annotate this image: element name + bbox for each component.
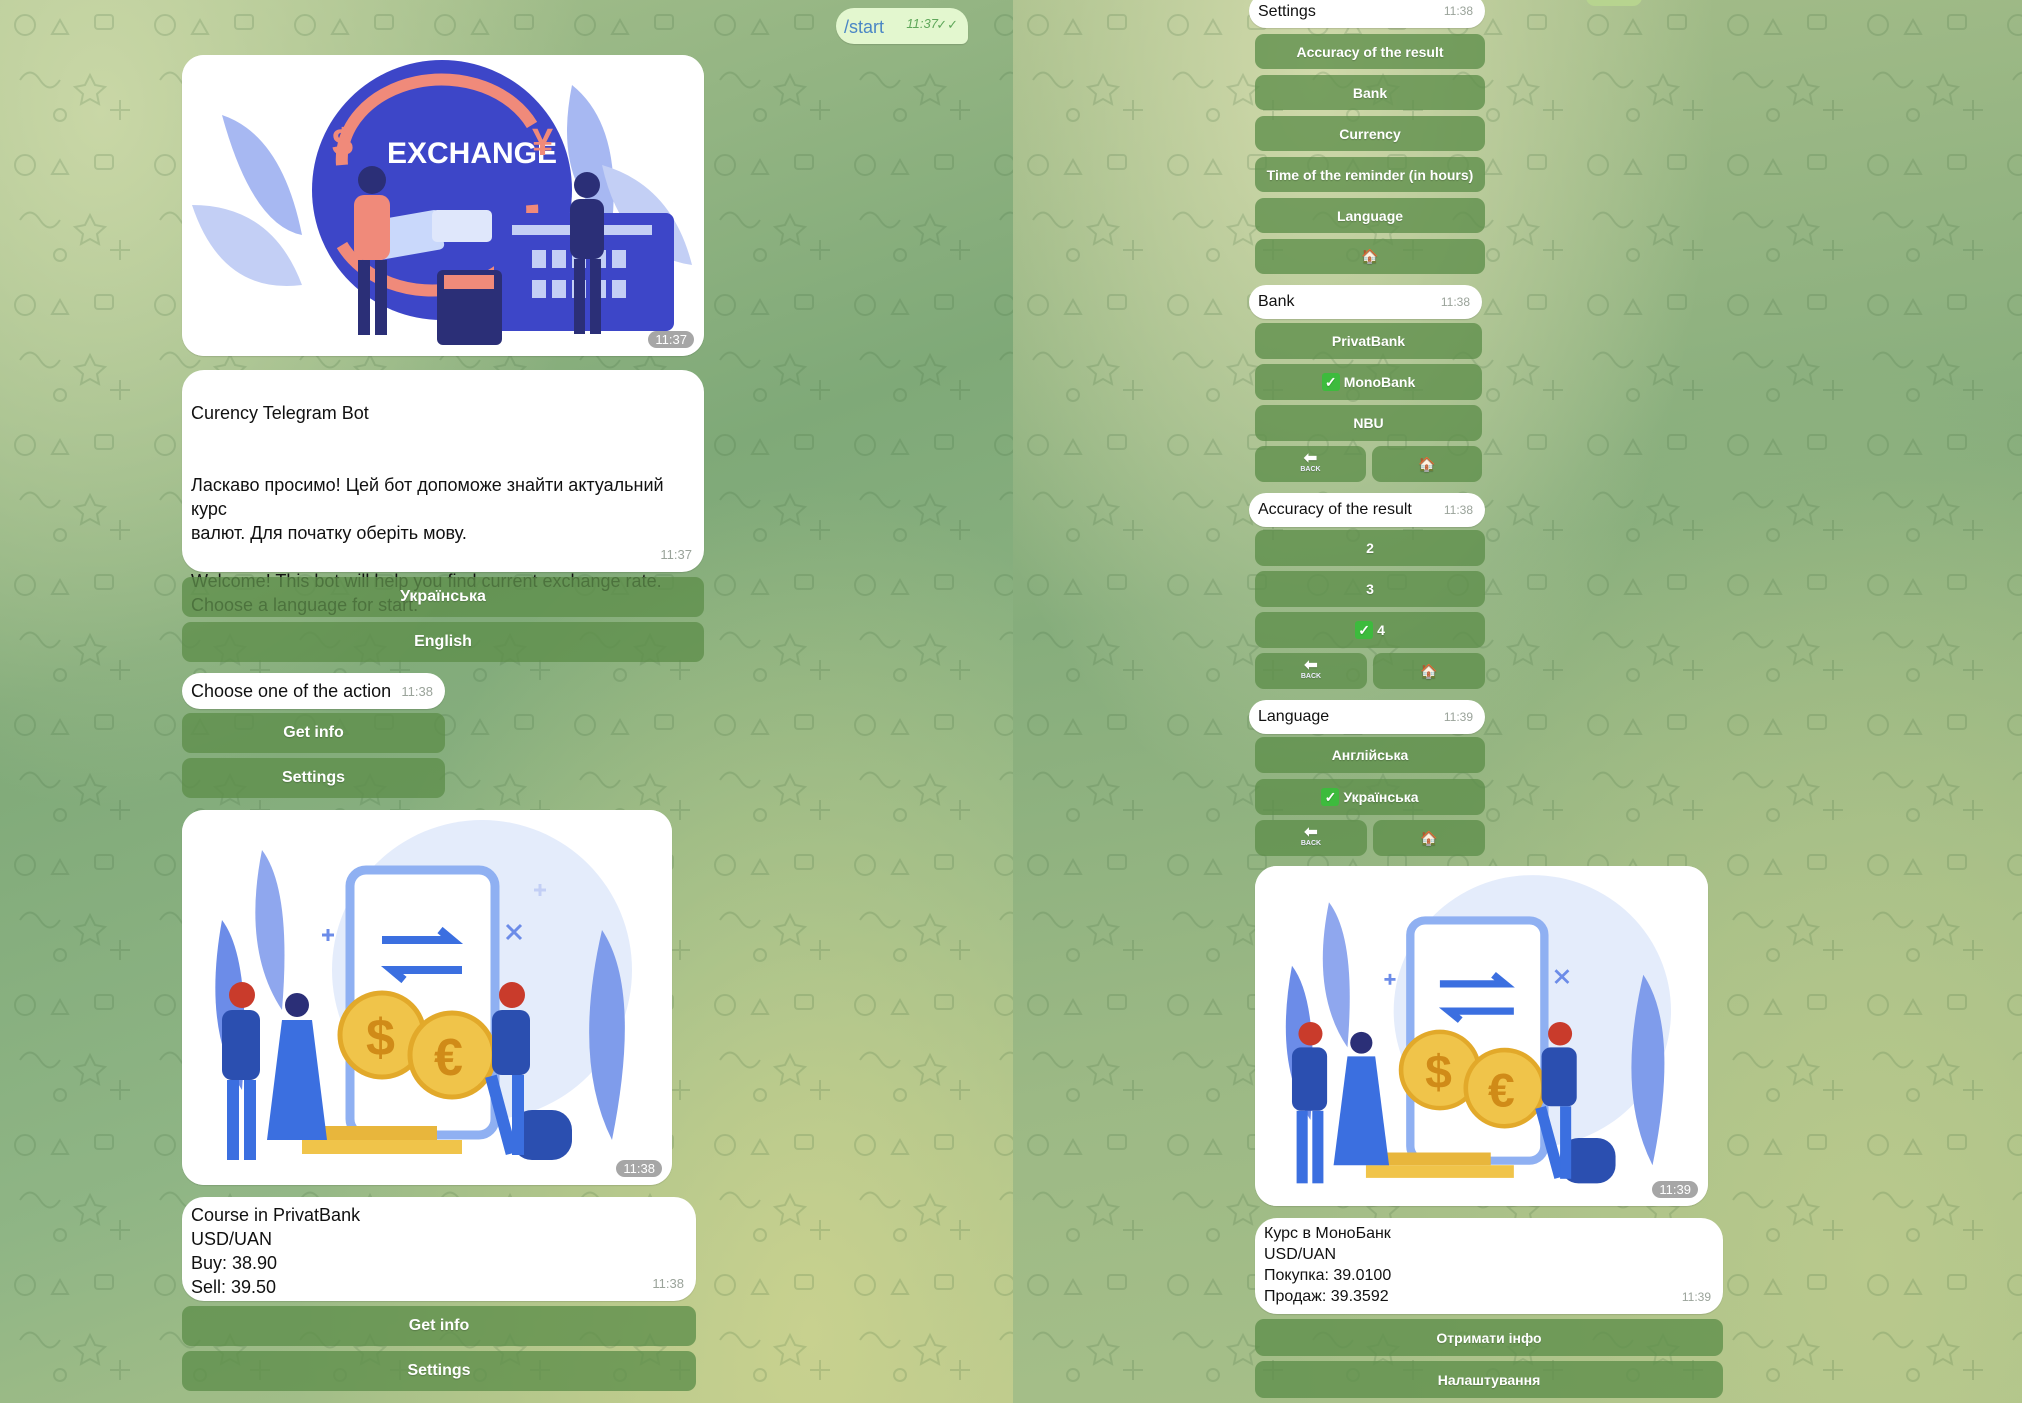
- checkmark-icon: ✓: [1321, 373, 1340, 391]
- home-icon: 🏠: [1361, 248, 1379, 264]
- accuracy-2-button[interactable]: 2: [1255, 530, 1485, 566]
- course-message: Course in PrivatBank USD/UAN Buy: 38.90 …: [182, 1197, 696, 1301]
- language-ukrainian-label: Українська: [1343, 789, 1419, 805]
- accuracy-4-label: 4: [1377, 622, 1385, 638]
- accuracy-button[interactable]: Accuracy of the result: [1255, 34, 1485, 69]
- get-info-button[interactable]: Get info: [182, 713, 445, 753]
- home-button[interactable]: 🏠: [1372, 446, 1482, 482]
- message-time: 11:38: [1440, 295, 1470, 309]
- svg-text:$: $: [366, 1009, 395, 1067]
- chat-panel-left: /start 11:37 ✓✓ EXCHANGE $ ¥ 11:37 Curen…: [0, 0, 1013, 1403]
- accuracy-3-button[interactable]: 3: [1255, 571, 1485, 607]
- money-exchange-image: $ €: [1255, 866, 1708, 1206]
- home-button[interactable]: 🏠: [1255, 239, 1485, 274]
- message-time: 11:39: [1443, 710, 1473, 724]
- bank-button[interactable]: Bank: [1255, 75, 1485, 110]
- back-arrow-icon: ⬅: [1303, 450, 1318, 467]
- home-icon: 🏠: [1420, 662, 1438, 679]
- back-button[interactable]: ⬅ BACK: [1255, 446, 1366, 482]
- accuracy-message: Accuracy of the result 11:38: [1249, 493, 1485, 527]
- course-text: Курс в МоноБанк USD/UAN Покупка: 39.0100…: [1264, 1225, 1392, 1305]
- settings-button-ua[interactable]: Налаштування: [1255, 1361, 1723, 1398]
- message-time: 11:38: [1443, 503, 1473, 517]
- back-arrow-icon: ⬅: [1304, 657, 1318, 674]
- language-button-ukrainian[interactable]: Українська: [182, 577, 704, 617]
- bank-privatbank-button[interactable]: PrivatBank: [1255, 323, 1482, 359]
- reminder-time-button[interactable]: Time of the reminder (in hours): [1255, 157, 1485, 192]
- bank-message: Bank 11:38: [1249, 285, 1482, 319]
- exchange-image: EXCHANGE $ ¥: [182, 55, 704, 356]
- command-text[interactable]: /start: [844, 15, 884, 39]
- money-illustration[interactable]: $ € 11:38: [182, 810, 672, 1185]
- money-illustration-2[interactable]: $ € 11:39: [1255, 866, 1708, 1206]
- language-ukrainian-button[interactable]: ✓ Українська: [1255, 779, 1485, 815]
- photo-time: 11:39: [1652, 1181, 1698, 1198]
- bank-nbu-button[interactable]: NBU: [1255, 405, 1482, 441]
- choose-action-message: Choose one of the action 11:38: [182, 673, 445, 709]
- read-checkmarks-icon: ✓✓: [936, 17, 958, 32]
- svg-text:$: $: [332, 122, 353, 164]
- message-time: 11:38: [401, 684, 433, 699]
- settings-button[interactable]: Settings: [182, 758, 445, 798]
- back-button[interactable]: ⬅ BACK: [1255, 653, 1367, 689]
- checkmark-icon: ✓: [1355, 621, 1374, 639]
- welcome-message: Curency Telegram Bot Ласкаво просимо! Це…: [182, 370, 704, 615]
- language-button[interactable]: Language: [1255, 198, 1485, 233]
- money-exchange-image: $ €: [182, 810, 672, 1185]
- settings-button-2[interactable]: Settings: [182, 1351, 696, 1391]
- photo-time: 11:37: [648, 331, 694, 348]
- home-icon: 🏠: [1420, 829, 1438, 846]
- course-message-mono: Курс в МоноБанк USD/UAN Покупка: 39.0100…: [1255, 1218, 1723, 1314]
- outgoing-message-start: /start 11:37 ✓✓: [836, 8, 968, 44]
- bank-monobank-label: MonoBank: [1343, 374, 1416, 390]
- home-button[interactable]: 🏠: [1373, 653, 1485, 689]
- back-button[interactable]: ⬅ BACK: [1255, 820, 1367, 856]
- home-icon: 🏠: [1418, 455, 1436, 472]
- outgoing-message-partial: [1586, 0, 1642, 6]
- currency-button[interactable]: Currency: [1255, 116, 1485, 151]
- message-time: 11:38: [652, 1276, 684, 1291]
- back-arrow-icon: ⬅: [1304, 824, 1318, 841]
- welcome-title: Curency Telegram Bot: [191, 403, 369, 423]
- accuracy-4-button[interactable]: ✓ 4: [1255, 612, 1485, 648]
- language-button-english[interactable]: English: [182, 622, 704, 662]
- chat-panel-right: Settings 11:38 Accuracy of the result Ba…: [1013, 0, 2022, 1403]
- course-text: Course in PrivatBank USD/UAN Buy: 38.90 …: [191, 1205, 361, 1297]
- exchange-illustration[interactable]: EXCHANGE $ ¥ 11:37: [182, 55, 704, 356]
- home-button[interactable]: 🏠: [1373, 820, 1485, 856]
- back-label: BACK: [1300, 673, 1322, 680]
- message-time: 11:39: [1681, 1290, 1711, 1304]
- checkmark-icon: ✓: [1321, 788, 1340, 806]
- svg-text:€: €: [1488, 1065, 1515, 1117]
- bank-monobank-button[interactable]: ✓ MonoBank: [1255, 364, 1482, 400]
- svg-text:¥: ¥: [532, 122, 553, 164]
- settings-message: Settings 11:38: [1249, 0, 1485, 28]
- svg-text:$: $: [1425, 1047, 1452, 1099]
- svg-text:€: €: [434, 1029, 463, 1087]
- language-message: Language 11:39: [1249, 700, 1485, 734]
- back-label: BACK: [1300, 840, 1322, 847]
- photo-time: 11:38: [616, 1160, 662, 1177]
- message-time: 11:37: [660, 547, 692, 562]
- language-english-button[interactable]: Англійська: [1255, 737, 1485, 773]
- back-label: BACK: [1300, 466, 1321, 473]
- message-time: 11:37: [906, 16, 938, 31]
- get-info-button-2[interactable]: Get info: [182, 1306, 696, 1346]
- message-time: 11:38: [1443, 4, 1473, 18]
- get-info-button-ua[interactable]: Отримати інфо: [1255, 1319, 1723, 1356]
